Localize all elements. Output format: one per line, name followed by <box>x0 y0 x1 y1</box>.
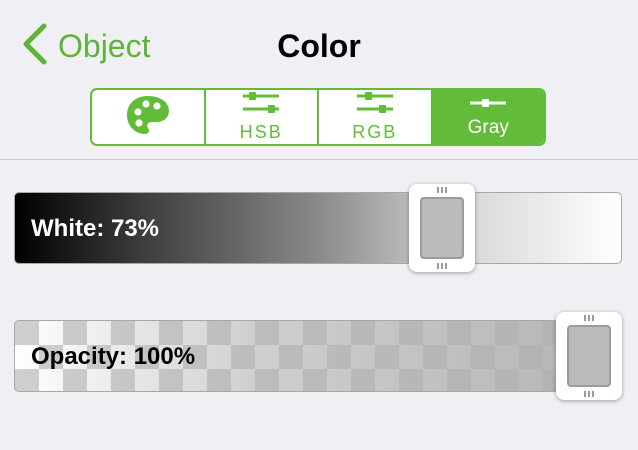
tab-rgb[interactable]: RGB <box>317 90 431 144</box>
palette-icon <box>124 93 172 142</box>
white-slider-track[interactable]: White: 73% <box>14 192 622 264</box>
tab-hsb[interactable]: HSB <box>203 90 318 144</box>
color-mode-segmented-control: HSB RGB Gray <box>90 88 546 146</box>
tab-rgb-label: RGB <box>352 122 398 142</box>
grip-icon <box>584 391 594 397</box>
tab-hsb-label: HSB <box>239 122 283 142</box>
tab-gray[interactable]: Gray <box>430 90 544 144</box>
white-slider-thumb[interactable] <box>409 184 475 272</box>
color-swatch <box>420 197 464 259</box>
tab-gray-label: Gray <box>467 116 509 138</box>
opacity-slider-track[interactable]: Opacity: 100% <box>14 320 622 392</box>
header-divider <box>0 159 638 160</box>
grip-icon <box>584 315 594 321</box>
color-inspector: Object Color HSB RGB Gray White: 73% Opa… <box>0 0 638 450</box>
page-title: Color <box>277 28 361 64</box>
white-slider-label: White: 73% <box>31 215 160 242</box>
grip-icon <box>437 263 447 269</box>
opacity-slider-thumb[interactable] <box>556 312 622 400</box>
slider-icon <box>468 96 508 115</box>
tab-palette[interactable] <box>92 90 204 144</box>
opacity-slider-label: Opacity: 100% <box>31 343 196 370</box>
navigation-bar: Object Color HSB RGB Gray <box>0 0 638 160</box>
grip-icon <box>437 187 447 193</box>
sliders-icon <box>241 91 281 120</box>
color-swatch <box>567 325 611 387</box>
sliders-icon <box>355 91 395 120</box>
